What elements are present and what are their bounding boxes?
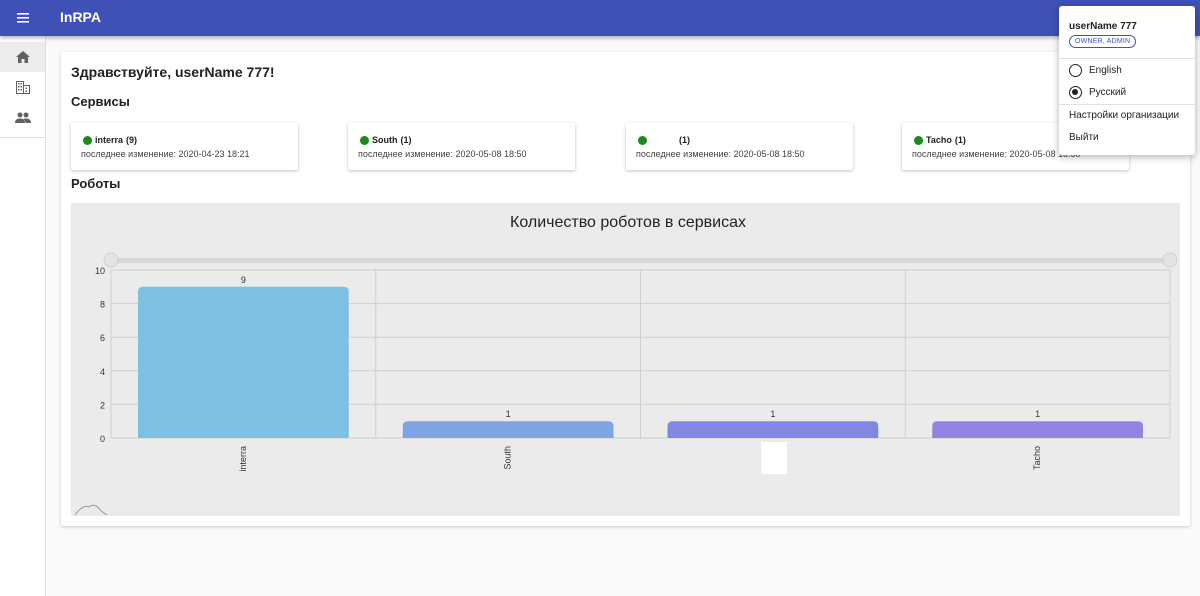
status-dot-icon — [360, 135, 369, 145]
user-menu: userName 777 OWNER, ADMIN English Русски… — [1059, 6, 1195, 155]
y-tick-label: 0 — [100, 434, 105, 444]
language-label: Русский — [1089, 87, 1127, 98]
service-name: Tacho — [926, 135, 952, 145]
data-label: 9 — [241, 275, 246, 285]
zoom-slider-track[interactable] — [111, 258, 1171, 263]
mini-preview-icon — [74, 504, 108, 516]
logout-link[interactable]: Выйти — [1069, 132, 1099, 143]
language-option-russian[interactable]: Русский — [1069, 86, 1126, 99]
data-label: 1 — [506, 409, 511, 419]
data-label: 1 — [1035, 409, 1040, 419]
bar[interactable] — [138, 286, 349, 438]
menu-button[interactable] — [10, 6, 36, 30]
service-count: (1) — [954, 135, 966, 145]
sidebar-item-organization[interactable] — [0, 72, 45, 102]
service-name: interra — [95, 135, 124, 145]
app-bar: InRPA — [0, 0, 1200, 36]
status-dot-icon — [638, 135, 647, 145]
radio-english[interactable] — [1069, 64, 1082, 77]
y-tick-label: 4 — [100, 367, 105, 377]
menu-divider — [1059, 104, 1195, 105]
status-dot-icon — [83, 135, 92, 145]
y-tick-label: 6 — [100, 333, 105, 343]
sidebar-divider — [0, 137, 45, 138]
language-label: English — [1089, 65, 1122, 76]
services-heading: Сервисы — [71, 94, 130, 109]
home-icon — [15, 50, 30, 63]
greeting-heading: Здравствуйте, userName 777! — [71, 64, 275, 80]
y-tick-label: 2 — [100, 400, 105, 410]
zoom-slider[interactable] — [103, 252, 1178, 268]
role-chip: OWNER, ADMIN — [1069, 35, 1137, 48]
sidebar — [0, 36, 46, 596]
robots-heading: Роботы — [71, 176, 121, 191]
chart-title: Количество роботов в сервисах — [510, 214, 746, 231]
data-label: 1 — [770, 409, 775, 419]
business-icon — [15, 80, 30, 94]
service-last-modified: последнее изменение: 2020-04-23 18:21 — [81, 149, 250, 159]
service-title: (1) — [638, 135, 690, 145]
service-count: (1) — [400, 135, 412, 145]
menu-icon — [17, 13, 29, 23]
service-name: South — [372, 135, 398, 145]
service-card[interactable]: interra (9) последнее изменение: 2020-04… — [71, 123, 298, 170]
service-title: South (1) — [360, 135, 412, 145]
service-count: (9) — [126, 135, 138, 145]
y-tick-label: 8 — [100, 300, 105, 310]
menu-divider — [1059, 58, 1195, 59]
people-icon — [14, 112, 31, 123]
language-option-english[interactable]: English — [1069, 64, 1122, 77]
service-card[interactable]: (1) последнее изменение: 2020-05-08 18:5… — [626, 123, 853, 170]
bar[interactable] — [667, 421, 879, 438]
zoom-handle-left[interactable] — [103, 252, 119, 268]
org-settings-link[interactable]: Настройки организации — [1069, 110, 1179, 121]
status-dot-icon — [914, 135, 923, 145]
x-tick-label: interra — [238, 446, 248, 472]
sidebar-item-users[interactable] — [0, 102, 45, 132]
zoom-handle-right[interactable] — [1162, 252, 1178, 268]
robots-bar-chart: Количество роботов в сервисах 0 2 4 6 8 10 9 in… — [74, 214, 1178, 516]
service-card[interactable]: South (1) последнее изменение: 2020-05-0… — [348, 123, 575, 170]
service-last-modified: последнее изменение: 2020-05-08 18:50 — [358, 149, 527, 159]
service-title: interra (9) — [83, 135, 137, 145]
app-title[interactable]: InRPA — [60, 9, 101, 25]
bar[interactable] — [932, 421, 1143, 438]
sidebar-item-home[interactable] — [0, 42, 45, 72]
y-tick-label: 10 — [95, 266, 105, 276]
bar[interactable] — [402, 421, 614, 438]
x-tick-label: Tacho — [1032, 446, 1042, 470]
service-last-modified: последнее изменение: 2020-05-08 18:50 — [636, 149, 805, 159]
service-title: Tacho (1) — [914, 135, 966, 145]
radio-russian[interactable] — [1069, 86, 1082, 99]
dashboard-card: Здравствуйте, userName 777! Сервисы inte… — [61, 52, 1190, 526]
x-tick-label: South — [503, 446, 513, 470]
category-label-mask — [761, 442, 787, 474]
service-count: (1) — [679, 135, 690, 145]
service-last-modified: последнее изменение: 2020-05-08 18:50 — [912, 149, 1081, 159]
user-name: userName 777 — [1069, 21, 1137, 32]
robots-chart: Количество роботов в сервисах 0 2 4 6 8 10 9 in… — [71, 203, 1180, 516]
